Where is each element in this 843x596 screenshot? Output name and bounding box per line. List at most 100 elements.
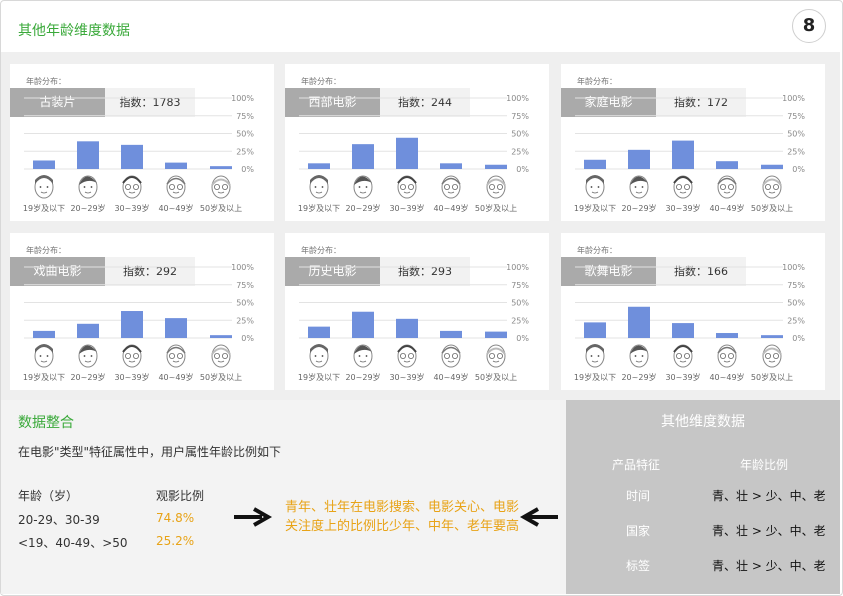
bar: [165, 318, 187, 338]
y-tick-label: 0%: [241, 334, 254, 343]
bar: [308, 326, 330, 338]
bar: [77, 323, 99, 338]
y-tick-label: 100%: [782, 94, 805, 103]
y-tick-label: 75%: [511, 112, 529, 121]
bar: [210, 166, 232, 169]
col-header-ratio: 观影比例: [156, 489, 205, 503]
face-icon: [585, 175, 605, 199]
x-tick-label: 30~39岁: [389, 203, 424, 213]
y-tick-label: 0%: [241, 165, 254, 174]
face-icon: [629, 344, 649, 368]
age-bar-chart: 100% 75% 50% 25% 0% 19岁及以下 20~29岁 30~39岁 40~49岁 5…: [23, 263, 254, 382]
face-icon: [34, 344, 54, 368]
face-icon: [397, 344, 417, 368]
bar: [761, 335, 783, 338]
face-icon: [486, 344, 506, 368]
y-tick-label: 100%: [506, 263, 529, 272]
face-icon: [211, 344, 231, 368]
face-icon: [486, 175, 506, 199]
genre-card-history: 年龄分布： 历史电影 指数：293 100% 75% 50% 25% 0% 19岁及以下 2…: [285, 233, 549, 390]
bar: [716, 161, 738, 169]
y-tick-label: 25%: [787, 316, 805, 325]
x-tick-label: 20~29岁: [70, 203, 105, 213]
x-tick-label: 30~39岁: [665, 203, 700, 213]
y-tick-label: 0%: [516, 165, 529, 174]
bar: [584, 159, 606, 169]
face-icon: [441, 175, 461, 199]
face-icon: [673, 175, 693, 199]
face-icon: [34, 175, 54, 199]
x-tick-label: 30~39岁: [389, 372, 424, 382]
x-tick-label: 19岁及以下: [298, 372, 340, 382]
bar: [308, 163, 330, 169]
face-icon: [762, 344, 782, 368]
face-icon: [211, 175, 231, 199]
face-icon: [122, 175, 142, 199]
x-tick-label: 50岁及以上: [751, 372, 793, 382]
y-tick-label: 100%: [231, 263, 254, 272]
page-number-badge: 8: [792, 9, 826, 43]
y-tick-label: 100%: [782, 263, 805, 272]
face-icon: [717, 344, 737, 368]
row-ratio: 25.2%: [156, 534, 195, 548]
y-tick-label: 50%: [236, 299, 254, 308]
conclusion-text: 青年、壮年在电影搜索、电影关心、电影关注度上的比例比少年、中年、老年要高: [284, 500, 519, 534]
face-icon: [78, 175, 98, 199]
y-tick-label: 50%: [787, 130, 805, 139]
x-tick-label: 20~29岁: [345, 203, 380, 213]
y-tick-label: 50%: [236, 130, 254, 139]
y-tick-label: 0%: [516, 334, 529, 343]
face-icon: [629, 175, 649, 199]
y-tick-label: 50%: [511, 130, 529, 139]
face-icon: [441, 344, 461, 368]
x-tick-label: 20~29岁: [621, 203, 656, 213]
page-title: 其他年龄维度数据: [18, 23, 130, 39]
x-tick-label: 40~49岁: [709, 372, 744, 382]
face-icon: [309, 344, 329, 368]
bar: [440, 330, 462, 338]
bar: [485, 164, 507, 169]
y-tick-label: 25%: [236, 147, 254, 156]
col-header-age-ratio: 年龄比例: [740, 458, 789, 472]
x-tick-label: 30~39岁: [665, 372, 700, 382]
y-tick-label: 25%: [511, 316, 529, 325]
data-integration-panel: [1, 400, 566, 594]
x-tick-label: 20~29岁: [345, 372, 380, 382]
x-tick-label: 50岁及以上: [200, 372, 242, 382]
bar: [165, 162, 187, 169]
genre-card-musical: 年龄分布： 歌舞电影 指数：166 100% 75% 50% 25% 0% 19岁及以下 2…: [561, 233, 825, 390]
face-icon: [78, 344, 98, 368]
bar: [210, 335, 232, 338]
age-bar-chart: 100% 75% 50% 25% 0% 19岁及以下 20~29岁 30~39岁 40~49岁 5…: [298, 263, 529, 382]
y-tick-label: 50%: [511, 299, 529, 308]
bar: [485, 331, 507, 338]
row-age: <19、40-49、>50: [18, 536, 128, 550]
dimension-value: 青、壮 > 少、中、老: [712, 524, 826, 538]
y-tick-label: 25%: [511, 147, 529, 156]
face-icon: [166, 344, 186, 368]
y-tick-label: 0%: [792, 165, 805, 174]
genre-card-western: 年龄分布： 西部电影 指数：244 100% 75% 50% 25% 0% 19岁及以下 2…: [285, 64, 549, 221]
x-tick-label: 50岁及以上: [751, 203, 793, 213]
x-tick-label: 19岁及以下: [23, 372, 65, 382]
age-bar-chart: 100% 75% 50% 25% 0% 19岁及以下 20~29岁 30~39岁 40~49岁 5…: [23, 94, 254, 213]
x-tick-label: 19岁及以下: [574, 203, 616, 213]
age-bar-chart: 100% 75% 50% 25% 0% 19岁及以下 20~29岁 30~39岁 40~49岁 5…: [574, 263, 805, 382]
other-title: 其他维度数据: [661, 414, 745, 430]
bar: [672, 323, 694, 338]
merge-title: 数据整合: [18, 415, 74, 431]
y-tick-label: 75%: [511, 281, 529, 290]
bar: [396, 137, 418, 169]
y-tick-label: 0%: [792, 334, 805, 343]
bar: [716, 333, 738, 338]
bar: [672, 140, 694, 169]
y-tick-label: 100%: [231, 94, 254, 103]
x-tick-label: 40~49岁: [158, 372, 193, 382]
y-tick-label: 25%: [787, 147, 805, 156]
x-tick-label: 19岁及以下: [574, 372, 616, 382]
x-tick-label: 30~39岁: [114, 203, 149, 213]
bar: [352, 311, 374, 338]
bar: [396, 318, 418, 338]
y-tick-label: 100%: [506, 94, 529, 103]
x-tick-label: 40~49岁: [158, 203, 193, 213]
